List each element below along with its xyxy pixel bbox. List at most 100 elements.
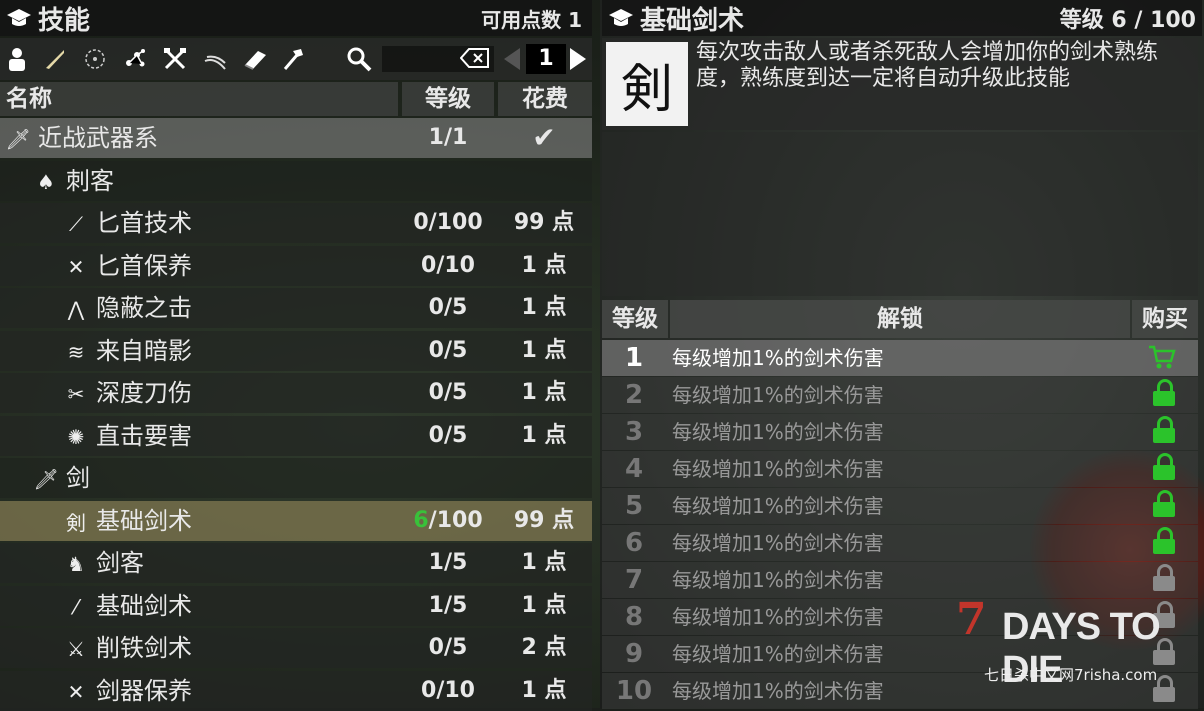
skill-level: 0/10 [421,677,475,703]
logo-subtitle: 七日杀中文网7risha.com [984,666,1158,684]
column-name[interactable]: 名称 [0,82,398,116]
claw-icon[interactable] [202,46,228,72]
skill-row[interactable]: ⚔ 削铁剑术 0/5 2 点 [0,628,592,668]
book-icon[interactable] [242,46,268,72]
swordsmanship-icon: 剣 [66,511,86,535]
skill-row[interactable]: ✂ 深度刀伤 0/5 1 点 [0,373,592,413]
crosshair-icon[interactable] [82,46,108,72]
category-row[interactable]: 🗡 近战武器系 1/1 ✔ [0,118,592,158]
unlock-level: 3 [624,417,644,447]
unlock-row[interactable]: 2 每级增加1%的剑术伤害 [602,377,1198,413]
unlock-level: 5 [624,491,644,521]
clear-search-icon[interactable] [459,47,490,74]
unlock-text: 每级增加1%的剑术伤害 [672,420,884,444]
player-icon[interactable] [4,46,30,72]
unlock-text: 每级增加1%的剑术伤害 [672,383,884,407]
shopping-cart-icon[interactable] [1148,344,1176,376]
skill-cost: 99 点 [513,210,575,235]
skill-cost: 99 点 [513,507,575,533]
group-row[interactable]: 🗡 剑 [0,458,592,498]
skill-level: 6/100 [400,501,496,541]
graduation-cap-icon [609,9,633,26]
skill-name: 直击要害 [96,421,192,450]
column-level[interactable]: 等级 [402,82,494,116]
lock-icon [1153,564,1175,591]
melee-icon[interactable] [42,46,68,72]
skill-name: 剑客 [96,549,144,577]
blade-icon: ⁄ [74,594,78,619]
lock-icon [1153,379,1175,406]
skill-level: 0/5 [428,380,468,405]
skill-name: 剑器保养 [96,676,192,705]
detail-header: 基础剑术 等级 6 / 100 [602,0,1202,36]
skill-row[interactable]: ♞ 剑客 1/5 1 点 [0,543,592,583]
unlock-text: 每级增加1%的剑术伤害 [672,531,884,555]
column-unlock-level: 等级 [602,300,668,338]
assassin-icon: ♠ [37,169,55,194]
current-level: 6 [413,507,429,533]
column-cost[interactable]: 花费 [498,82,592,116]
skill-row[interactable]: ⁄ 基础剑术 1/5 1 点 [0,585,592,626]
logo-seven: 7 [956,594,987,645]
skill-name: 刺客 [66,166,114,195]
skills-panel: 技能 可用点数 1 1 名称 等级 花费 🗡 近战武器系 1/1 ✔ ♠ 刺客 … [0,0,592,711]
skills-title: 技能 [38,5,91,36]
graduation-cap-icon [7,9,31,26]
skill-name: 近战武器系 [38,124,158,152]
hammer-icon[interactable] [280,46,306,72]
skill-cost: 1 点 [521,677,567,703]
skill-description: 每次攻击敌人或者杀死敌人会增加你的剑术熟练度，熟练度到达一定将自动升级此技能 [696,40,1159,91]
unlock-row[interactable]: 1 每级增加1%的剑术伤害 [602,340,1198,376]
skill-level: 1/1 [428,125,468,150]
available-points: 可用点数 1 [481,7,582,32]
skill-row[interactable]: ✺ 直击要害 0/5 1 点 [0,415,592,456]
skill-level: 0/5 [428,635,468,660]
unlock-row[interactable]: 5 每级增加1%的剑术伤害 [602,488,1198,524]
swordsmanship-icon: 剣 [606,42,688,126]
unlock-level: 4 [624,454,644,484]
column-buy: 购买 [1132,300,1198,338]
category-toolbar: 1 [0,38,592,80]
skill-row[interactable]: ✕ 剑器保养 0/10 1 点 [0,670,592,711]
group-row[interactable]: ♠ 刺客 [0,160,592,201]
stealth-strike-icon: ⋀ [67,297,85,321]
skill-name: 基础剑术 [96,506,192,535]
tools-icon[interactable] [162,46,188,72]
unlock-row[interactable]: 4 每级增加1%的剑术伤害 [602,451,1198,487]
skill-level: 1/5 [428,592,468,618]
molecule-icon[interactable] [122,46,148,72]
skill-level: 0/5 [428,337,468,363]
skill-row[interactable]: ✕ 匕首保养 0/10 1 点 [0,245,592,286]
detail-level: 等级 6 / 100 [1059,8,1196,33]
unlock-column-header: 等级 解锁 购买 [602,300,1198,338]
next-page-icon[interactable] [570,48,586,70]
skill-name: 隐蔽之击 [96,294,192,322]
deep-cut-icon: ✂ [67,382,85,406]
skill-row[interactable]: ⋀ 隐蔽之击 0/5 1 点 [0,288,592,328]
skill-name: 剑 [66,464,90,492]
skill-level: 0/5 [428,295,468,320]
unlock-row[interactable]: 7 每级增加1%的剑术伤害 [602,562,1198,598]
skill-row[interactable]: ⟋ 匕首技术 0/100 99 点 [0,203,592,243]
unlock-row[interactable]: 6 每级增加1%的剑术伤害 [602,525,1198,561]
skills-header: 技能 可用点数 1 [0,0,592,36]
unlock-text: 每级增加1%的剑术伤害 [672,494,884,518]
skill-row[interactable]: 剣基础剑术 6/100 99 点 [0,500,592,541]
skill-cost: 1 点 [521,550,567,575]
skill-name: 基础剑术 [96,591,192,620]
unlock-level: 8 [624,602,644,632]
crossed-daggers-icon: ✕ [67,254,85,279]
shadow-icon: ≋ [67,339,85,364]
unlock-text: 每级增加1%的剑术伤害 [672,568,884,592]
unlock-level: 6 [624,528,644,558]
skill-level: 1/5 [428,550,468,575]
skill-cost: 1 点 [521,422,567,448]
unlock-row[interactable]: 3 每级增加1%的剑术伤害 [602,414,1198,450]
skill-name: 削铁剑术 [96,634,192,662]
prev-page-icon[interactable] [504,48,520,70]
skill-name: 匕首技术 [96,209,192,237]
skill-name: 来自暗影 [96,336,192,365]
skill-row[interactable]: ≋ 来自暗影 0/5 1 点 [0,330,592,371]
skill-name: 深度刀伤 [96,379,192,407]
search-icon[interactable] [346,46,372,72]
